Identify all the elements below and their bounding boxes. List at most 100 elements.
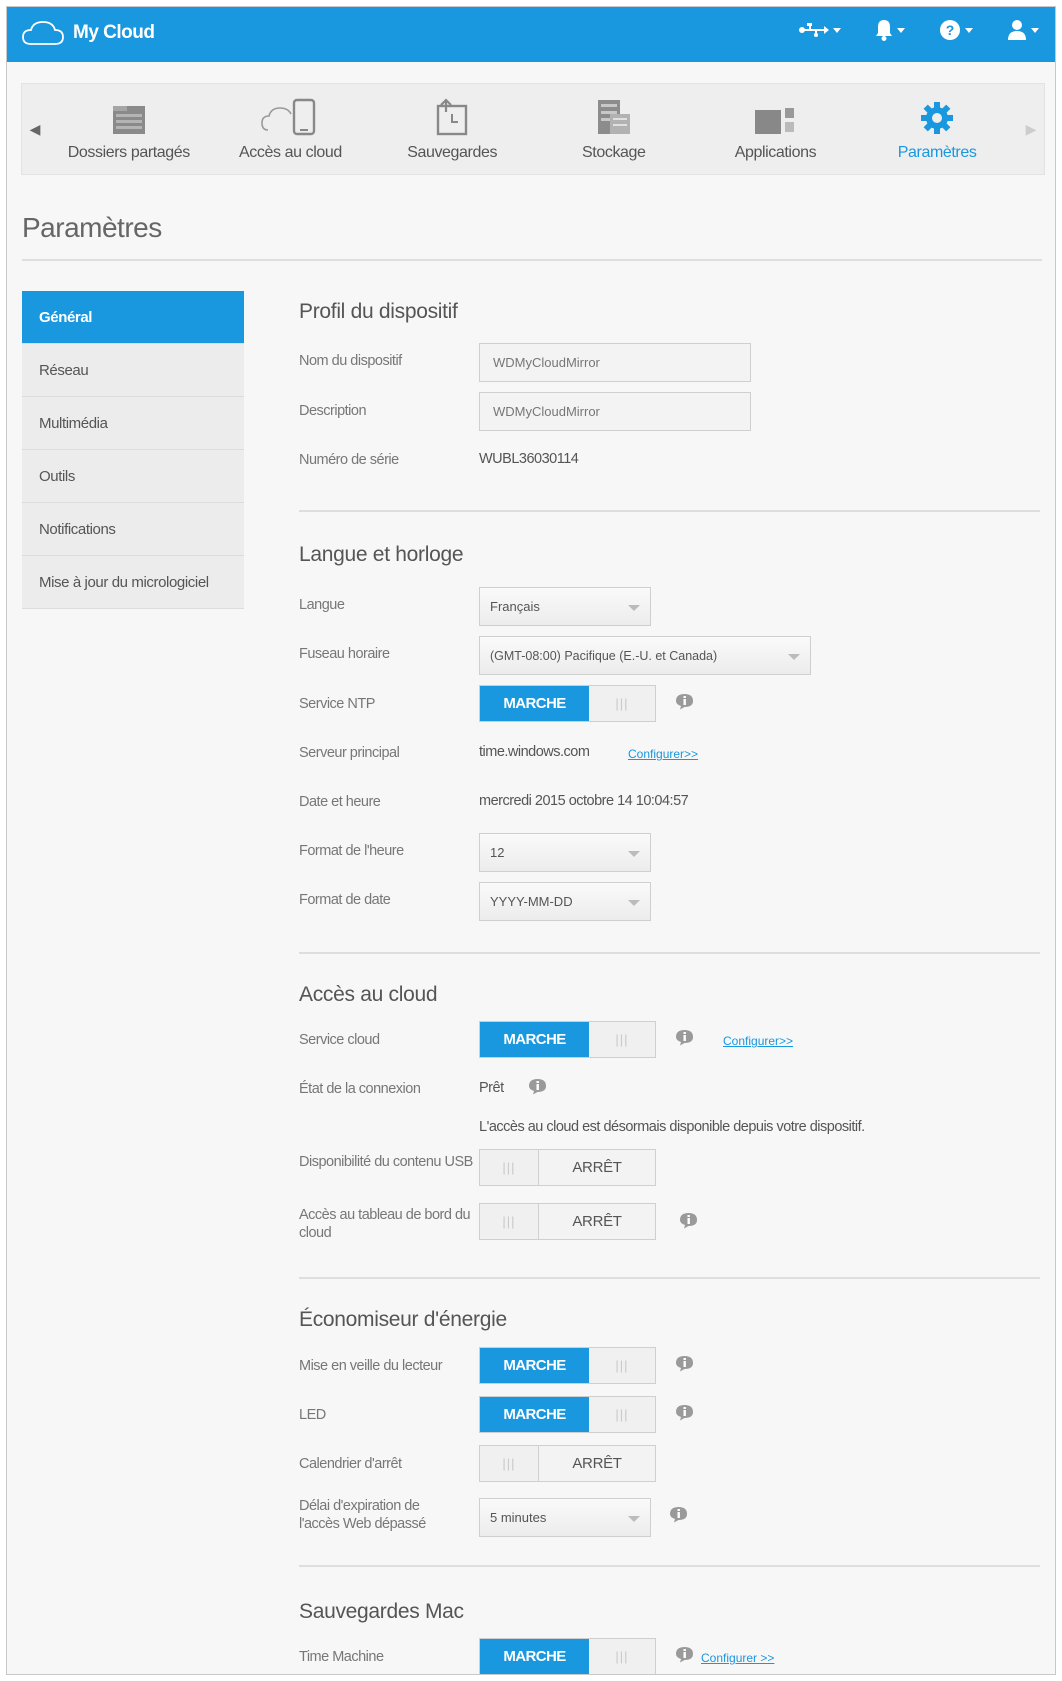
user-menu[interactable] bbox=[1007, 19, 1039, 41]
top-bar: My Cloud ? bbox=[7, 7, 1055, 62]
toggle-state: MARCHE bbox=[480, 1639, 589, 1674]
nav-item-applications[interactable]: Applications bbox=[700, 84, 850, 174]
nav-left-arrow[interactable]: ◀ bbox=[22, 84, 48, 174]
language-label: Langue bbox=[299, 597, 345, 613]
shutdown-schedule-toggle[interactable]: ||| ARRÊT bbox=[479, 1445, 656, 1482]
time-format-value: 12 bbox=[490, 845, 505, 860]
chevron-down-icon bbox=[628, 605, 640, 611]
chevron-down-icon bbox=[628, 900, 640, 906]
date-format-select[interactable]: YYYY-MM-DD bbox=[479, 882, 651, 921]
nav-item-settings[interactable]: Paramètres bbox=[862, 84, 1012, 174]
usb-menu[interactable] bbox=[799, 22, 841, 38]
nav-item-label: Dossiers partagés bbox=[67, 144, 191, 161]
web-timeout-select[interactable]: 5 minutes bbox=[479, 1498, 651, 1537]
connection-status-label: État de la connexion bbox=[299, 1081, 421, 1097]
help-menu[interactable]: ? bbox=[939, 19, 973, 41]
main-nav: ◀ Dossiers partagés Accès au cloud Sauve… bbox=[21, 83, 1045, 175]
sidebar-item-notifications[interactable]: Notifications bbox=[22, 503, 244, 556]
sidebar-item-firmware[interactable]: Mise à jour du micrologiciel bbox=[22, 556, 244, 609]
web-timeout-value: 5 minutes bbox=[490, 1510, 547, 1525]
divider bbox=[299, 510, 1040, 512]
nav-item-storage[interactable]: Stockage bbox=[539, 84, 689, 174]
toggle-grip: ||| bbox=[589, 686, 655, 721]
configure-ntp-link[interactable]: Configurer>> bbox=[628, 747, 698, 761]
sidebar-item-tools[interactable]: Outils bbox=[22, 450, 244, 503]
date-format-value: YYYY-MM-DD bbox=[490, 894, 573, 909]
divider bbox=[22, 259, 1042, 261]
section-title-clock: Langue et horloge bbox=[299, 543, 464, 566]
svg-text:?: ? bbox=[946, 22, 955, 38]
cloud-access-icon bbox=[261, 98, 316, 136]
led-label: LED bbox=[299, 1407, 326, 1423]
cloud-availability-message: L'accès au cloud est désormais disponibl… bbox=[479, 1119, 865, 1135]
info-icon[interactable] bbox=[528, 1078, 547, 1095]
drive-sleep-toggle[interactable]: MARCHE ||| bbox=[479, 1347, 656, 1384]
toggle-grip: ||| bbox=[480, 1150, 538, 1185]
time-format-label: Format de l'heure bbox=[299, 843, 404, 859]
datetime-value: mercredi 2015 octobre 14 10:04:57 bbox=[479, 793, 689, 809]
cloud-service-toggle[interactable]: MARCHE ||| bbox=[479, 1021, 656, 1058]
sidebar-item-network[interactable]: Réseau bbox=[22, 344, 244, 397]
bell-icon bbox=[876, 20, 892, 41]
toggle-grip: ||| bbox=[589, 1022, 655, 1057]
led-toggle[interactable]: MARCHE ||| bbox=[479, 1396, 656, 1433]
usb-availability-label: Disponibilité du contenu USB bbox=[299, 1154, 473, 1170]
info-icon[interactable] bbox=[669, 1506, 688, 1523]
dashboard-access-toggle[interactable]: ||| ARRÊT bbox=[479, 1203, 656, 1240]
ntp-server-value: time.windows.com bbox=[479, 744, 590, 760]
info-icon[interactable] bbox=[679, 1212, 698, 1229]
toggle-grip: ||| bbox=[589, 1639, 655, 1674]
notifications-menu[interactable] bbox=[875, 19, 905, 41]
serial-value: WUBL36030114 bbox=[479, 451, 579, 467]
ntp-server-label: Serveur principal bbox=[299, 745, 400, 761]
sidebar-item-multimedia[interactable]: Multimédia bbox=[22, 397, 244, 450]
nav-item-label: Paramètres bbox=[897, 144, 977, 161]
toggle-state: ARRÊT bbox=[538, 1446, 655, 1481]
app-window: My Cloud ? ◀ Dossiers partagés Accès au … bbox=[6, 6, 1056, 1675]
chevron-down-icon bbox=[788, 654, 800, 660]
configure-cloud-link[interactable]: Configurer>> bbox=[723, 1034, 793, 1048]
nav-item-backups[interactable]: Sauvegardes bbox=[377, 84, 527, 174]
language-select[interactable]: Français bbox=[479, 587, 651, 626]
nav-item-shared-folders[interactable]: Dossiers partagés bbox=[54, 84, 204, 174]
gear-icon bbox=[921, 102, 954, 134]
device-name-label: Nom du dispositif bbox=[299, 353, 402, 369]
ntp-label: Service NTP bbox=[299, 696, 375, 712]
page-title: Paramètres bbox=[22, 212, 162, 243]
user-icon bbox=[1008, 20, 1026, 40]
info-icon[interactable] bbox=[675, 693, 694, 710]
toggle-state: MARCHE bbox=[480, 686, 589, 721]
web-timeout-label: Délai d'expiration de l'accès Web dépass… bbox=[299, 1498, 426, 1532]
toggle-state: ARRÊT bbox=[538, 1150, 655, 1185]
toggle-state: MARCHE bbox=[480, 1022, 589, 1057]
brand[interactable]: My Cloud bbox=[21, 19, 155, 47]
info-icon[interactable] bbox=[675, 1646, 694, 1663]
app-title: My Cloud bbox=[73, 22, 155, 43]
info-icon[interactable] bbox=[675, 1404, 694, 1421]
info-icon[interactable] bbox=[675, 1029, 694, 1046]
nav-right-arrow[interactable]: ▶ bbox=[1018, 84, 1044, 174]
nav-item-label: Accès au cloud bbox=[239, 144, 342, 161]
section-title-cloud: Accès au cloud bbox=[299, 983, 438, 1006]
nav-item-label: Sauvegardes bbox=[407, 144, 498, 161]
time-format-select[interactable]: 12 bbox=[479, 833, 651, 872]
usb-icon bbox=[799, 23, 829, 37]
section-title-profile: Profil du dispositif bbox=[299, 300, 458, 323]
info-icon[interactable] bbox=[675, 1355, 694, 1372]
help-icon: ? bbox=[940, 20, 960, 40]
toggle-state: ARRÊT bbox=[538, 1204, 655, 1239]
timezone-select[interactable]: (GMT-08:00) Pacifique (E.-U. et Canada) bbox=[479, 636, 811, 675]
time-machine-toggle[interactable]: MARCHE ||| bbox=[479, 1638, 656, 1674]
usb-availability-toggle[interactable]: ||| ARRÊT bbox=[479, 1149, 656, 1186]
cloud-logo-icon bbox=[22, 21, 64, 45]
device-name-input[interactable] bbox=[479, 343, 751, 382]
ntp-toggle[interactable]: MARCHE ||| bbox=[479, 685, 656, 722]
divider bbox=[299, 1565, 1040, 1567]
description-label: Description bbox=[299, 403, 367, 419]
connection-status-value: Prêt bbox=[479, 1080, 504, 1096]
configure-time-machine-link[interactable]: Configurer >> bbox=[701, 1651, 774, 1665]
sidebar-item-general[interactable]: Général bbox=[22, 291, 244, 344]
description-input[interactable] bbox=[479, 392, 751, 431]
nav-item-cloud-access[interactable]: Accès au cloud bbox=[215, 84, 365, 174]
section-title-energy: Économiseur d'énergie bbox=[299, 1308, 507, 1331]
